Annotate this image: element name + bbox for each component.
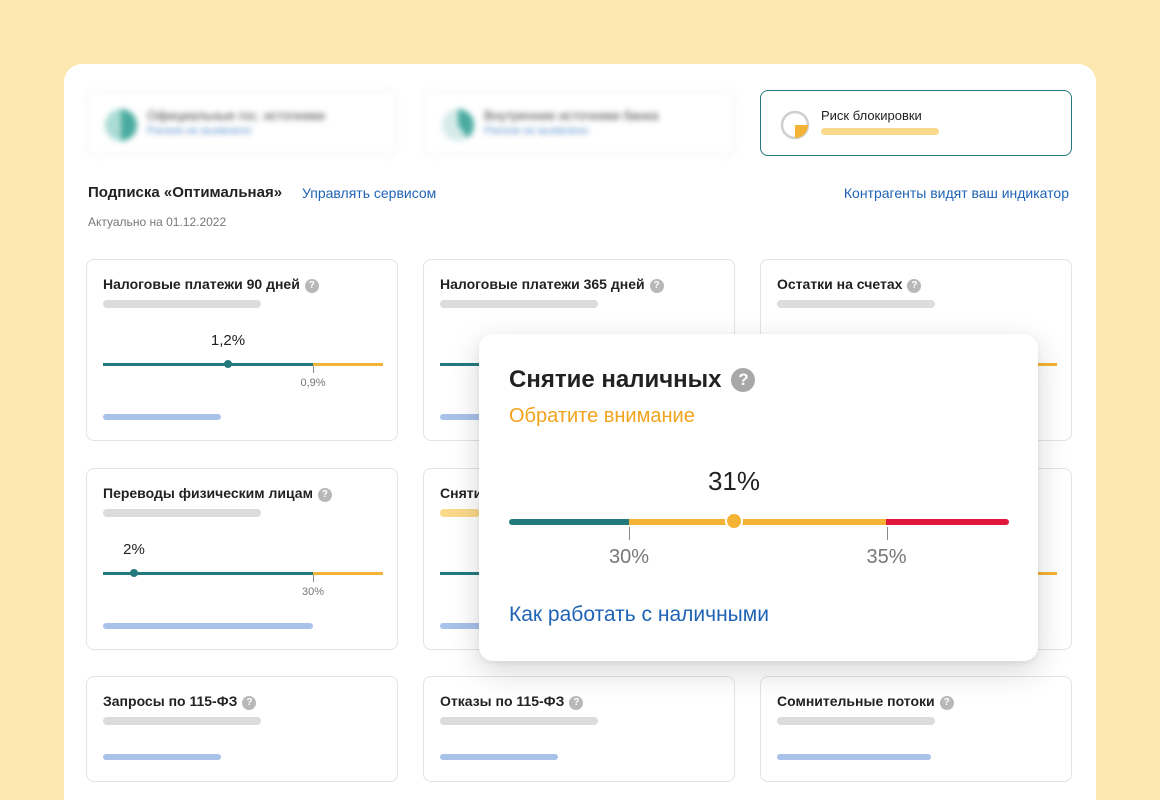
card-title: Переводы физическим лицам? bbox=[103, 485, 332, 502]
indicator-track bbox=[103, 572, 383, 575]
help-icon[interactable]: ? bbox=[569, 696, 584, 710]
threshold-tick bbox=[629, 527, 630, 540]
help-icon[interactable]: ? bbox=[304, 279, 319, 293]
risk-progress-bar bbox=[821, 128, 939, 135]
threshold-tick bbox=[313, 575, 314, 582]
placeholder-link-bar bbox=[440, 754, 558, 760]
placeholder-link-bar bbox=[103, 414, 221, 420]
placeholder-bar bbox=[777, 717, 935, 725]
placeholder-bar bbox=[103, 509, 261, 517]
threshold-tick bbox=[313, 366, 314, 373]
card-requests-115fz[interactable]: Запросы по 115-ФЗ? bbox=[86, 676, 398, 782]
status-tile-title: Риск блокировки bbox=[821, 108, 922, 123]
card-refusals-115fz[interactable]: Отказы по 115-ФЗ? bbox=[423, 676, 735, 782]
placeholder-bar bbox=[103, 300, 261, 308]
status-tile-official[interactable]: Официальные гос. источники Рисков не выя… bbox=[86, 90, 398, 156]
popup-indicator-value: 31% bbox=[707, 466, 761, 496]
placeholder-bar bbox=[440, 300, 598, 308]
placeholder-link-bar bbox=[777, 754, 931, 760]
status-tile-subtitle: Рисков не выявлено bbox=[147, 125, 252, 137]
card-title: Сняти bbox=[440, 485, 483, 501]
card-title: Налоговые платежи 90 дней? bbox=[103, 276, 319, 293]
help-icon[interactable]: ? bbox=[731, 368, 756, 392]
card-transfers-individuals[interactable]: Переводы физическим лицам? 2% 30% bbox=[86, 468, 398, 650]
help-icon[interactable]: ? bbox=[242, 696, 257, 710]
card-title: Налоговые платежи 365 дней? bbox=[440, 276, 664, 293]
threshold-tick bbox=[886, 527, 888, 540]
actual-date: Актуально на 01.12.2022 bbox=[88, 215, 227, 229]
card-title: Отказы по 115-ФЗ? bbox=[440, 693, 584, 710]
placeholder-bar bbox=[103, 717, 261, 725]
indicator-value: 2% bbox=[123, 541, 145, 558]
help-icon[interactable]: ? bbox=[939, 696, 954, 710]
cash-guide-link[interactable]: Как работать с наличными bbox=[509, 603, 769, 627]
manage-service-link[interactable]: Управлять сервисом bbox=[302, 185, 436, 201]
cash-withdrawal-popup: Снятие наличных? Обратите внимание 31% 3… bbox=[479, 334, 1038, 661]
placeholder-link-bar bbox=[103, 754, 221, 760]
popup-indicator-track bbox=[509, 519, 1009, 525]
teal-ring-icon bbox=[442, 109, 474, 141]
status-tile-internal[interactable]: Внутренние источники банка Рисков не выя… bbox=[423, 90, 735, 156]
card-suspicious-flows[interactable]: Сомнительные потоки? bbox=[760, 676, 1072, 782]
help-icon[interactable]: ? bbox=[649, 279, 664, 293]
teal-ring-icon bbox=[105, 109, 137, 141]
card-tax-90[interactable]: Налоговые платежи 90 дней? 1,2% 0,9% bbox=[86, 259, 398, 441]
subscription-title: Подписка «Оптимальная» bbox=[88, 184, 283, 201]
threshold-label: 30% bbox=[608, 546, 650, 568]
placeholder-bar bbox=[440, 509, 480, 517]
placeholder-bar bbox=[440, 717, 598, 725]
placeholder-link-bar bbox=[103, 623, 313, 629]
threshold-label: 0,9% bbox=[300, 377, 326, 389]
indicator-dot bbox=[130, 569, 138, 577]
risk-ring-icon bbox=[780, 110, 810, 140]
threshold-label: 30% bbox=[301, 586, 325, 598]
placeholder-bar bbox=[777, 300, 935, 308]
status-tile-title: Внутренние источники банка bbox=[484, 108, 659, 123]
status-tile-block-risk[interactable]: Риск блокировки bbox=[760, 90, 1072, 156]
card-title: Запросы по 115-ФЗ? bbox=[103, 693, 257, 710]
help-icon[interactable]: ? bbox=[907, 279, 922, 293]
popup-indicator-dot bbox=[725, 512, 743, 530]
status-tile-subtitle: Рисков не выявлено bbox=[484, 125, 589, 137]
threshold-label: 35% bbox=[866, 546, 907, 568]
card-title: Сомнительные потоки? bbox=[777, 693, 954, 710]
indicator-dot bbox=[224, 360, 232, 368]
card-title: Остатки на счетах? bbox=[777, 276, 922, 293]
indicator-track bbox=[103, 363, 383, 366]
popup-title: Снятие наличных? bbox=[509, 366, 756, 394]
partners-indicator-link[interactable]: Контрагенты видят ваш индикатор bbox=[844, 185, 1069, 201]
popup-status: Обратите внимание bbox=[509, 405, 695, 427]
help-icon[interactable]: ? bbox=[317, 488, 332, 502]
status-tile-title: Официальные гос. источники bbox=[147, 108, 325, 123]
indicator-value: 1,2% bbox=[210, 332, 246, 349]
